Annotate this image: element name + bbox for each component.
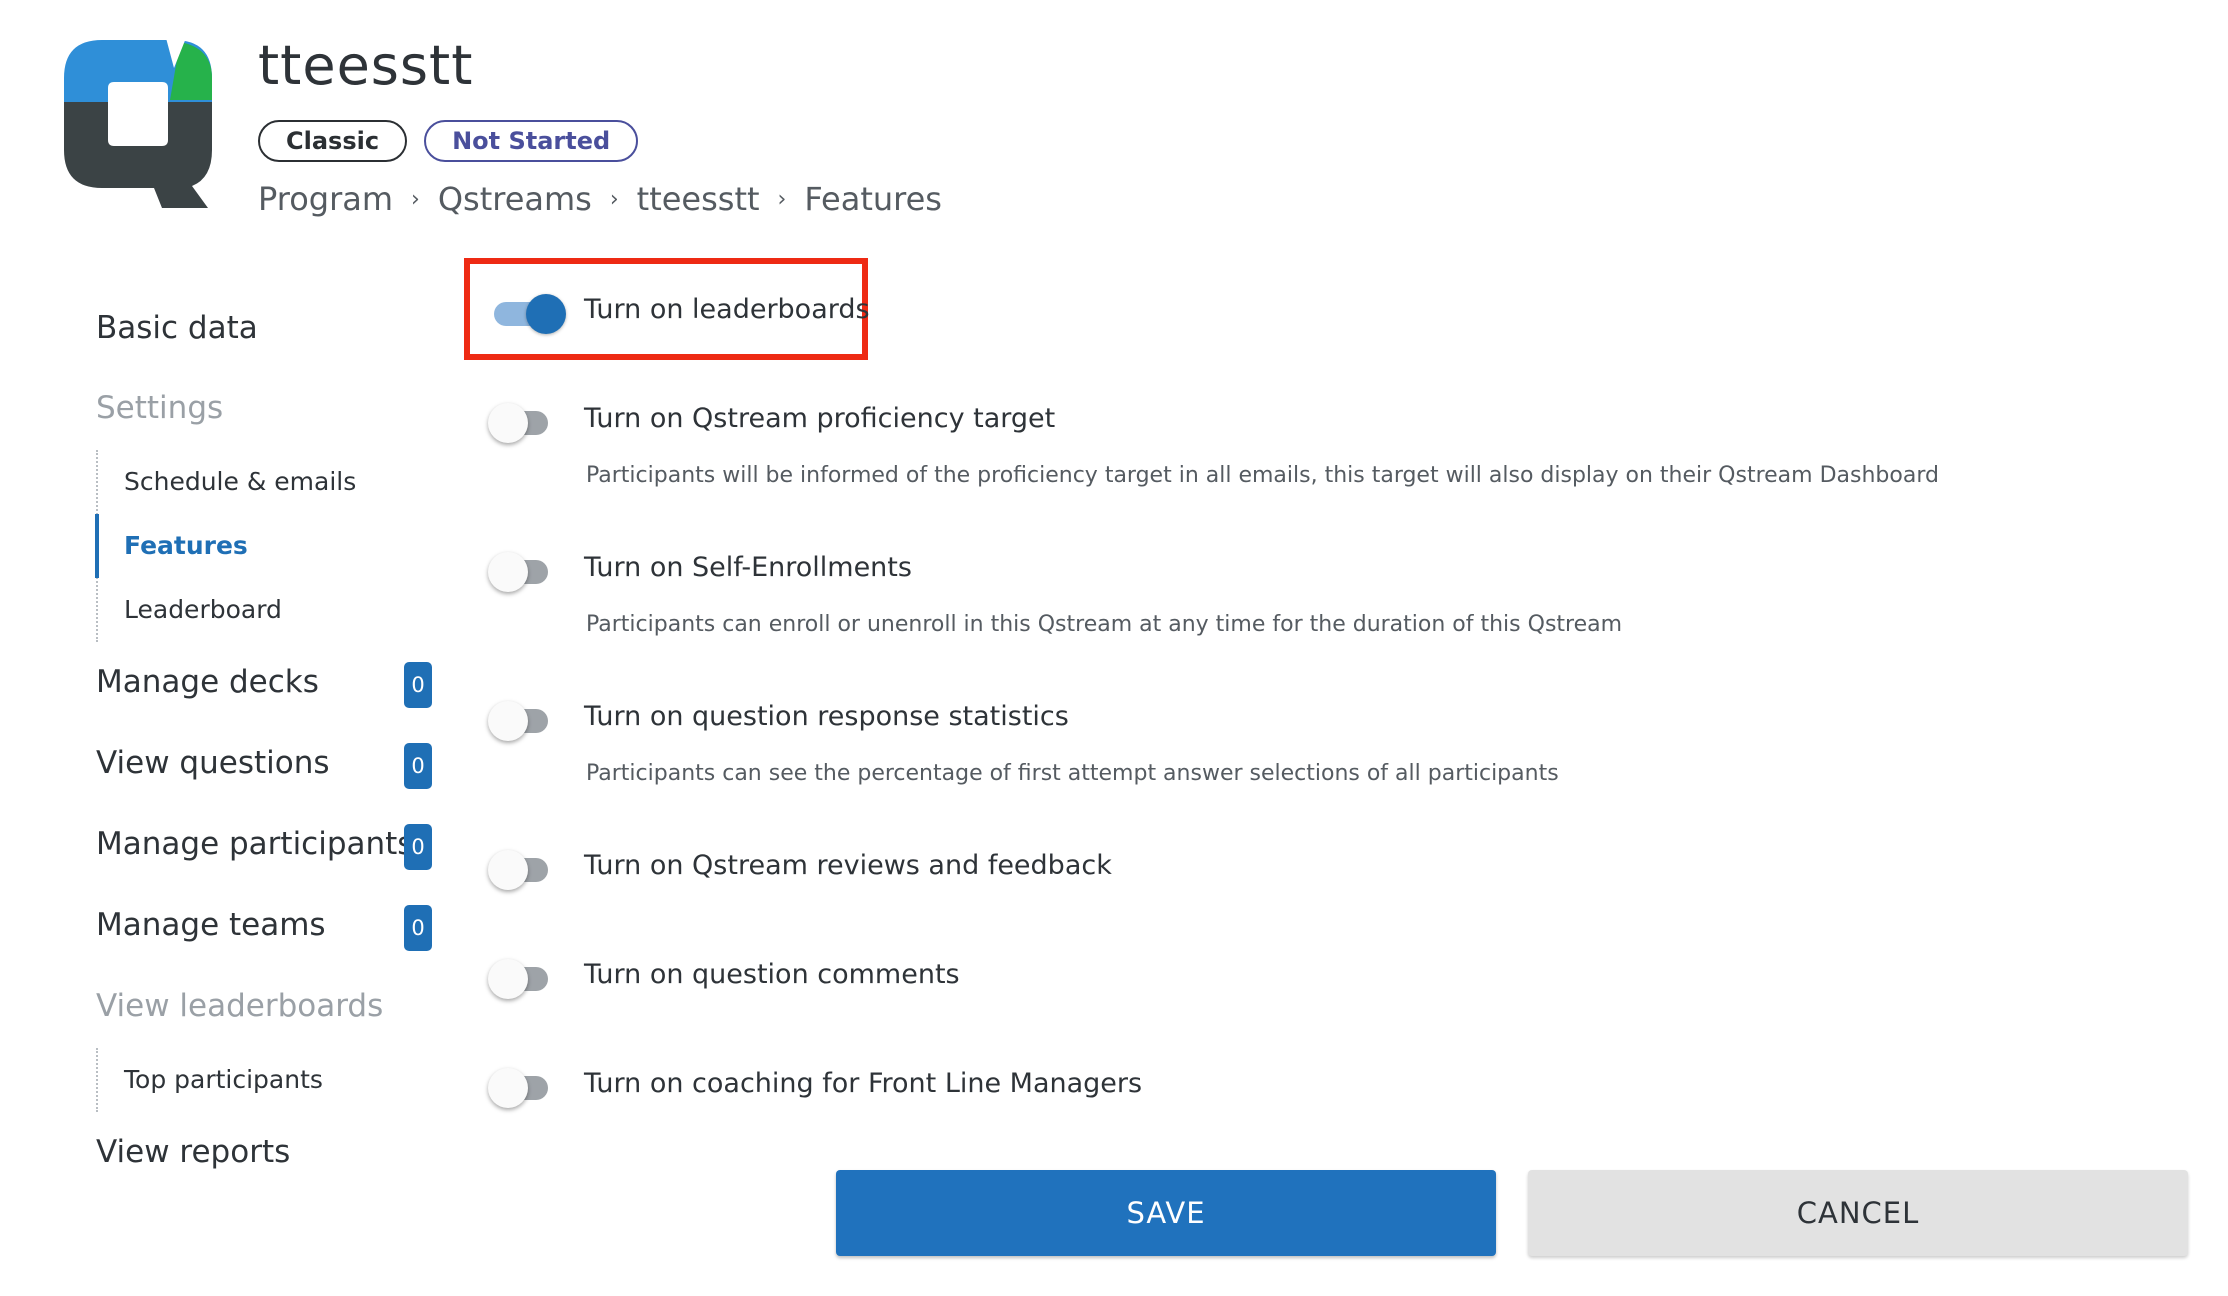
type-badge: Classic bbox=[258, 120, 408, 162]
breadcrumb-separator: › bbox=[411, 186, 420, 212]
frontline-coaching-toggle[interactable] bbox=[488, 1064, 558, 1108]
breadcrumb-item-current: Features bbox=[804, 180, 942, 218]
settings-submenu: Schedule & emails Features Leaderboard bbox=[94, 450, 356, 642]
breadcrumb: Program › Qstreams › tteesstt › Features bbox=[258, 180, 942, 218]
sidebar-item-manage-participants[interactable]: Manage participants bbox=[96, 826, 413, 862]
breadcrumb-separator: › bbox=[609, 186, 619, 212]
feature-label: Turn on Qstream reviews and feedback bbox=[584, 850, 1112, 881]
feature-label: Turn on leaderboards bbox=[584, 294, 870, 325]
sidebar-section-view-leaderboards: View leaderboards bbox=[96, 988, 384, 1024]
leaderboards-submenu: Top participants bbox=[96, 1048, 323, 1112]
feature-label: Turn on coaching for Front Line Managers bbox=[584, 1068, 1143, 1099]
sidebar-item-features[interactable]: Features bbox=[94, 514, 356, 578]
qstream-logo-icon bbox=[64, 38, 212, 208]
features-settings-page: tteesstt Classic Not Started Program › Q… bbox=[0, 0, 2228, 1296]
sidebar-item-schedule-emails[interactable]: Schedule & emails bbox=[98, 450, 356, 514]
reviews-feedback-toggle[interactable] bbox=[488, 846, 558, 890]
feature-description: Participants can enroll or unenroll in t… bbox=[586, 612, 1623, 637]
self-enrollments-toggle[interactable] bbox=[488, 548, 558, 592]
feature-description: Participants will be informed of the pro… bbox=[586, 463, 1939, 488]
breadcrumb-item-qstreams[interactable]: Qstreams bbox=[438, 180, 592, 218]
sidebar-item-manage-decks[interactable]: Manage decks bbox=[96, 664, 319, 700]
page-title: tteesstt bbox=[258, 34, 474, 97]
proficiency-target-toggle[interactable] bbox=[488, 399, 558, 443]
feature-label: Turn on question comments bbox=[584, 959, 960, 990]
sidebar-item-view-reports[interactable]: View reports bbox=[96, 1134, 290, 1170]
save-button[interactable]: SAVE bbox=[836, 1170, 1496, 1256]
badge-group: Classic Not Started bbox=[258, 120, 639, 162]
breadcrumb-item-program[interactable]: Program bbox=[258, 180, 393, 218]
cancel-button[interactable]: CANCEL bbox=[1528, 1170, 2188, 1256]
sidebar-item-leaderboard[interactable]: Leaderboard bbox=[98, 578, 356, 642]
breadcrumb-item-qstream[interactable]: tteesstt bbox=[637, 180, 760, 218]
feature-label: Turn on question response statistics bbox=[584, 701, 1069, 732]
feature-label: Turn on Self-Enrollments bbox=[584, 552, 912, 583]
view-questions-count-badge: 0 bbox=[404, 743, 432, 789]
sidebar-item-top-participants[interactable]: Top participants bbox=[98, 1048, 323, 1112]
sidebar-item-view-questions[interactable]: View questions bbox=[96, 745, 330, 781]
manage-teams-count-badge: 0 bbox=[404, 905, 432, 951]
status-badge: Not Started bbox=[424, 120, 639, 162]
feature-label: Turn on Qstream proficiency target bbox=[584, 403, 1056, 434]
manage-decks-count-badge: 0 bbox=[404, 662, 432, 708]
leaderboards-toggle[interactable] bbox=[488, 290, 566, 334]
sidebar-item-manage-teams[interactable]: Manage teams bbox=[96, 907, 326, 943]
question-comments-toggle[interactable] bbox=[488, 955, 558, 999]
breadcrumb-separator: › bbox=[777, 186, 787, 212]
feature-description: Participants can see the percentage of f… bbox=[586, 761, 1559, 786]
manage-participants-count-badge: 0 bbox=[404, 824, 432, 870]
response-statistics-toggle[interactable] bbox=[488, 697, 558, 741]
sidebar-section-settings: Settings bbox=[96, 390, 224, 426]
sidebar-item-basic-data[interactable]: Basic data bbox=[96, 310, 258, 346]
